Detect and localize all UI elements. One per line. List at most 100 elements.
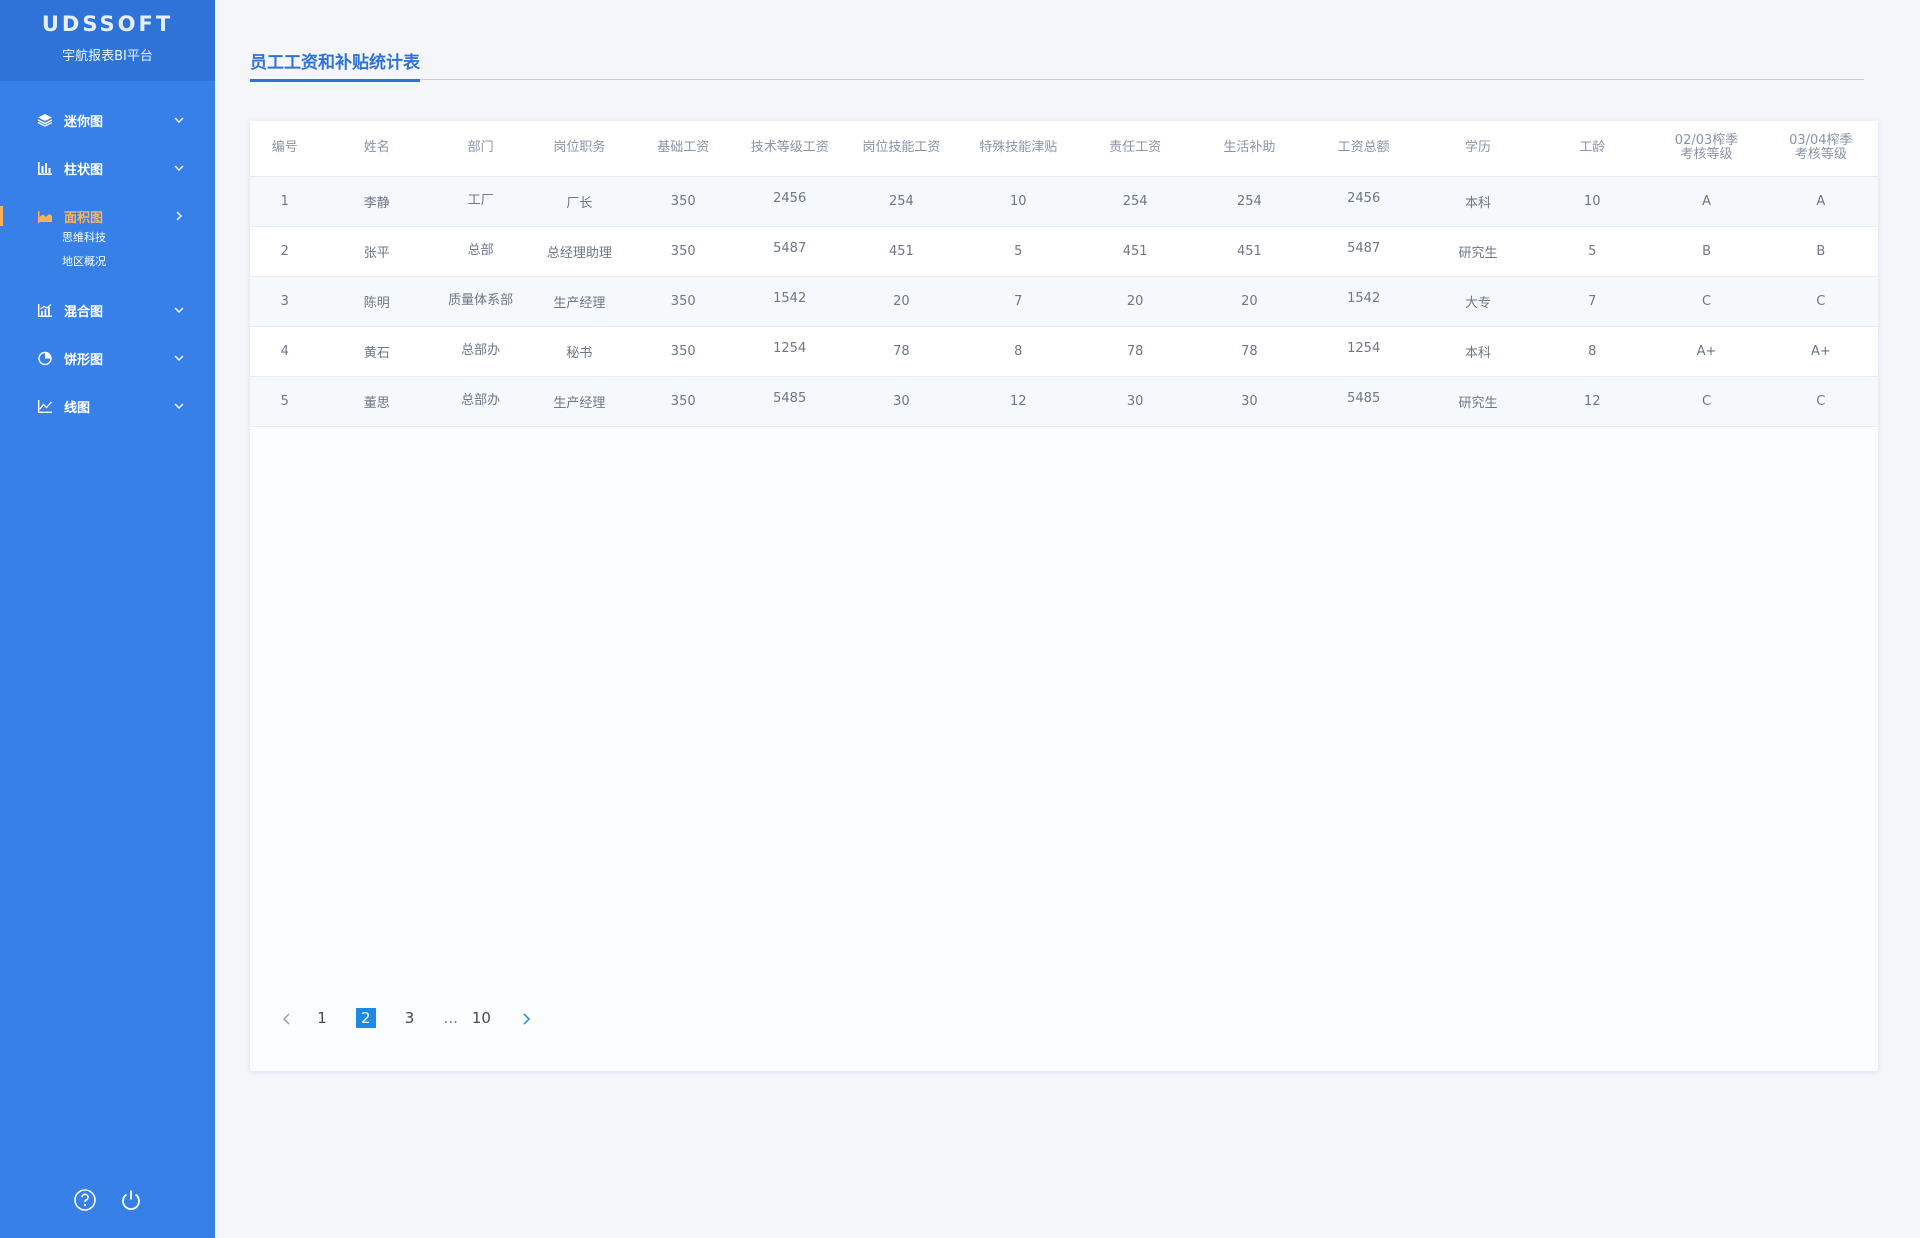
cell-text: C — [1816, 293, 1826, 309]
sidebar-item-area-chart[interactable]: 面积图 — [0, 192, 215, 240]
page-button-10[interactable]: 10 — [472, 1009, 491, 1027]
table-card: 编号 姓名 部门 岗位职务 基础工资 技术等级工资 岗位技能工资 特殊技能津贴 责任工资 生活补助… — [250, 121, 1878, 1071]
table-row[interactable]: 3 陈明 质量体系部 生产经理 350 1542 20 7 20 20 1542 大专 7 C C — [250, 276, 1878, 327]
page-title: 员工工资和补贴统计表 — [250, 48, 420, 82]
chevron-left-icon[interactable] — [280, 1011, 294, 1025]
sidebar: UDSSOFT 宇航报表BI平台 迷你图 柱状图 面积图 思维科技 地区概况 混… — [0, 0, 215, 1238]
cell-text: 质量体系部 — [448, 292, 514, 308]
table-cell: 大专 — [1420, 276, 1536, 327]
layers-icon — [36, 111, 54, 129]
table-cell: A — [1763, 176, 1878, 227]
table-cell: 黄石 — [319, 326, 434, 377]
table-cell: 5 — [1535, 226, 1650, 277]
table-cell: 总部办 — [433, 326, 528, 377]
pie-chart-icon — [36, 349, 54, 367]
cell-text: 生产经理 — [553, 295, 606, 311]
table-cell: 20 — [1192, 276, 1307, 327]
table-cell: 5485 — [735, 376, 845, 427]
cell-text: 350 — [670, 293, 696, 309]
brand-logo[interactable]: UDSSOFT — [0, 12, 215, 36]
table-cell: 研究生 — [1420, 226, 1536, 277]
table-cell: 350 — [631, 326, 736, 377]
page-button-2[interactable]: 2 — [356, 1008, 376, 1028]
table-cell: 工厂 — [433, 176, 528, 227]
table-row[interactable]: 1 李静 工厂 厂长 350 2456 254 10 254 254 2456 本科 10 A A — [250, 176, 1878, 227]
table-cell: 张平 — [319, 226, 434, 277]
cell-text: 5485 — [773, 390, 807, 406]
column-header: 编号 — [250, 121, 320, 177]
table-cell: 本科 — [1420, 176, 1536, 227]
page-button-1[interactable]: 1 — [316, 1009, 328, 1027]
sidebar-item-mixed-chart[interactable]: 混合图 — [0, 286, 215, 334]
cell-text: 秘书 — [566, 345, 593, 361]
cell-text: 张平 — [363, 245, 390, 261]
table-cell: 78 — [1192, 326, 1307, 377]
column-header: 责任工资 — [1077, 121, 1193, 177]
table-cell: 生产经理 — [527, 276, 632, 327]
chevron-right-icon — [171, 208, 187, 224]
table-cell: 10 — [958, 176, 1078, 227]
sidebar-bottom-actions — [0, 1188, 215, 1212]
pagination: 1 2 3... 10 — [280, 1008, 555, 1028]
cell-text: A — [1702, 193, 1711, 209]
help-icon[interactable] — [73, 1188, 97, 1212]
table-cell: 350 — [631, 376, 736, 427]
column-header: 技术等级工资 — [735, 121, 845, 177]
sidebar-item-line-chart[interactable]: 线图 — [0, 382, 215, 430]
cell-text: 451 — [1122, 243, 1148, 259]
cell-text: 总部办 — [461, 392, 501, 408]
table-row[interactable]: 2 张平 总部 总经理助理 350 5487 451 5 451 451 5487 研究生 5 B B — [250, 226, 1878, 277]
chevron-right-icon[interactable] — [519, 1011, 533, 1025]
cell-text: 大专 — [1464, 295, 1491, 311]
sidebar-item-pie-chart[interactable]: 饼形图 — [0, 334, 215, 382]
table-cell: 350 — [631, 176, 736, 227]
mixed-chart-icon — [36, 301, 54, 319]
submenu-item-region-overview[interactable]: 地区概况 — [62, 250, 215, 274]
cell-text: A+ — [1696, 343, 1717, 359]
cell-text: 1542 — [773, 290, 807, 306]
cell-text: 厂长 — [566, 195, 593, 211]
cell-text: 1254 — [773, 340, 807, 356]
cell-text: 1254 — [1347, 340, 1381, 356]
sidebar-item-bar-chart[interactable]: 柱状图 — [0, 144, 215, 192]
cell-text: 研究生 — [1458, 395, 1498, 411]
sidebar-item-mini-chart[interactable]: 迷你图 — [0, 96, 215, 144]
table-cell: C — [1649, 276, 1764, 327]
cell-text: 4 — [280, 343, 289, 359]
cell-text: 7 — [1014, 293, 1023, 309]
table-cell: 7 — [1535, 276, 1650, 327]
cell-text: 78 — [1241, 343, 1258, 359]
table-cell: 1542 — [1306, 276, 1421, 327]
table-cell: 3 — [250, 276, 320, 327]
table-cell: 秘书 — [527, 326, 632, 377]
cell-text: 5487 — [773, 240, 807, 256]
sidebar-item-label: 饼形图 — [64, 352, 104, 368]
cell-text: 5 — [280, 393, 289, 409]
table-cell: 5487 — [735, 226, 845, 277]
table-header-row: 编号 姓名 部门 岗位职务 基础工资 技术等级工资 岗位技能工资 特殊技能津贴 责任工资 生活补助… — [250, 121, 1878, 177]
column-header: 岗位技能工资 — [844, 121, 959, 177]
cell-text: 总部办 — [461, 342, 501, 358]
column-header: 生活补助 — [1192, 121, 1307, 177]
column-header: 工龄 — [1535, 121, 1650, 177]
cell-text: 1542 — [1347, 290, 1381, 306]
sidebar-item-label: 线图 — [64, 400, 91, 416]
table-cell: 李静 — [319, 176, 434, 227]
cell-text: 本科 — [1464, 195, 1491, 211]
table-row[interactable]: 5 董思 总部办 生产经理 350 5485 30 12 30 30 5485 研究生 12 C C — [250, 376, 1878, 427]
cell-text: C — [1701, 293, 1712, 309]
column-header: 姓名 — [319, 121, 434, 177]
table-cell: 451 — [1192, 226, 1307, 277]
cell-text: 20 — [893, 293, 910, 309]
table-cell: 5487 — [1306, 226, 1421, 277]
power-icon[interactable] — [119, 1188, 143, 1212]
cell-text: 总经理助理 — [546, 245, 612, 261]
cell-text: 5487 — [1347, 240, 1381, 256]
cell-text: 7 — [1588, 293, 1597, 309]
table-row[interactable]: 4 黄石 总部办 秘书 350 1254 78 8 78 78 1254 本科 8 A+ A+ — [250, 326, 1878, 377]
cell-text: 5 — [1588, 243, 1597, 259]
table-cell: A+ — [1649, 326, 1764, 377]
column-header: 特殊技能津贴 — [958, 121, 1078, 177]
page-button-3[interactable]: 3 — [404, 1009, 416, 1027]
cell-text: 5485 — [1347, 390, 1381, 406]
